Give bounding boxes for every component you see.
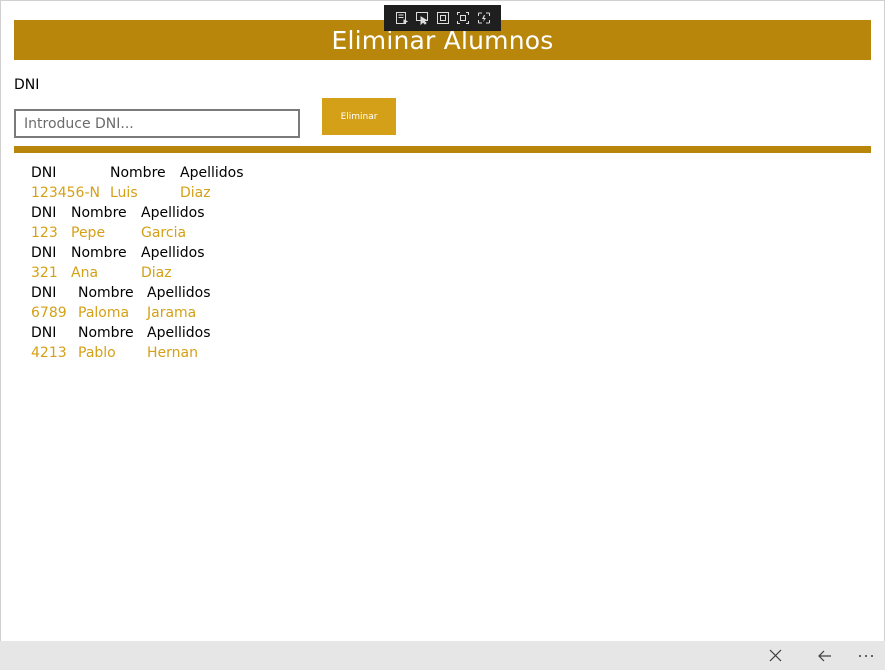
nombre-value: Ana [71,265,99,281]
dni-value: 123456-N [31,185,100,201]
dni-column-label: DNI [31,245,57,261]
nombre-column-label: Nombre [78,285,134,301]
apellidos-column-label: Apellidos [147,285,211,301]
record-data-row: 4213 Pablo Hernan [31,343,244,363]
record-header-row: DNI Nombre Apellidos [31,163,244,183]
live-visual-tree-icon[interactable] [395,11,409,25]
close-icon[interactable] [764,641,786,670]
dni-value: 4213 [31,345,67,361]
nombre-column-label: Nombre [78,325,134,341]
dni-value: 6789 [31,305,67,321]
apellidos-column-label: Apellidos [141,205,205,221]
dni-input[interactable] [14,109,300,138]
apellidos-value: Hernan [147,345,198,361]
dni-column-label: DNI [31,285,57,301]
record-header-row: DNI Nombre Apellidos [31,283,244,303]
dni-column-label: DNI [31,205,57,221]
apellidos-value: Garcia [141,225,187,241]
back-arrow-icon[interactable] [814,641,836,670]
apellidos-column-label: Apellidos [180,165,244,181]
apellidos-value: Diaz [180,185,211,201]
nombre-value: Paloma [78,305,130,321]
dni-value: 123 [31,225,58,241]
apellidos-column-label: Apellidos [141,245,205,261]
xaml-hot-reload-icon[interactable] [477,11,491,25]
dni-column-label: DNI [31,165,57,181]
delete-button[interactable]: Eliminar [322,98,396,135]
nombre-value: Pepe [71,225,106,241]
track-focus-icon[interactable] [456,11,470,25]
record-header-row: DNI Nombre Apellidos [31,243,244,263]
apellidos-value: Diaz [141,265,172,281]
nombre-value: Pablo [78,345,116,361]
apellidos-value: Jarama [147,305,197,321]
nombre-value: Luis [110,185,138,201]
dni-label: DNI [14,77,40,93]
record-header-row: DNI Nombre Apellidos [31,323,244,343]
nombre-column-label: Nombre [71,245,127,261]
dni-column-label: DNI [31,325,57,341]
nombre-column-label: Nombre [71,205,127,221]
record-data-row: 123456-N Luis Diaz [31,183,244,203]
student-list: DNI Nombre Apellidos 123456-N Luis Diaz … [31,163,244,363]
select-element-icon[interactable] [415,11,429,25]
record-data-row: 6789 Paloma Jarama [31,303,244,323]
app-bar [0,641,885,670]
record-data-row: 321 Ana Diaz [31,263,244,283]
more-icon[interactable] [855,641,877,670]
nombre-column-label: Nombre [110,165,166,181]
debug-toolbar [384,5,501,31]
display-layout-adorners-icon[interactable] [436,11,450,25]
section-divider [14,146,871,153]
record-header-row: DNI Nombre Apellidos [31,203,244,223]
dni-value: 321 [31,265,58,281]
record-data-row: 123 Pepe Garcia [31,223,244,243]
apellidos-column-label: Apellidos [147,325,211,341]
